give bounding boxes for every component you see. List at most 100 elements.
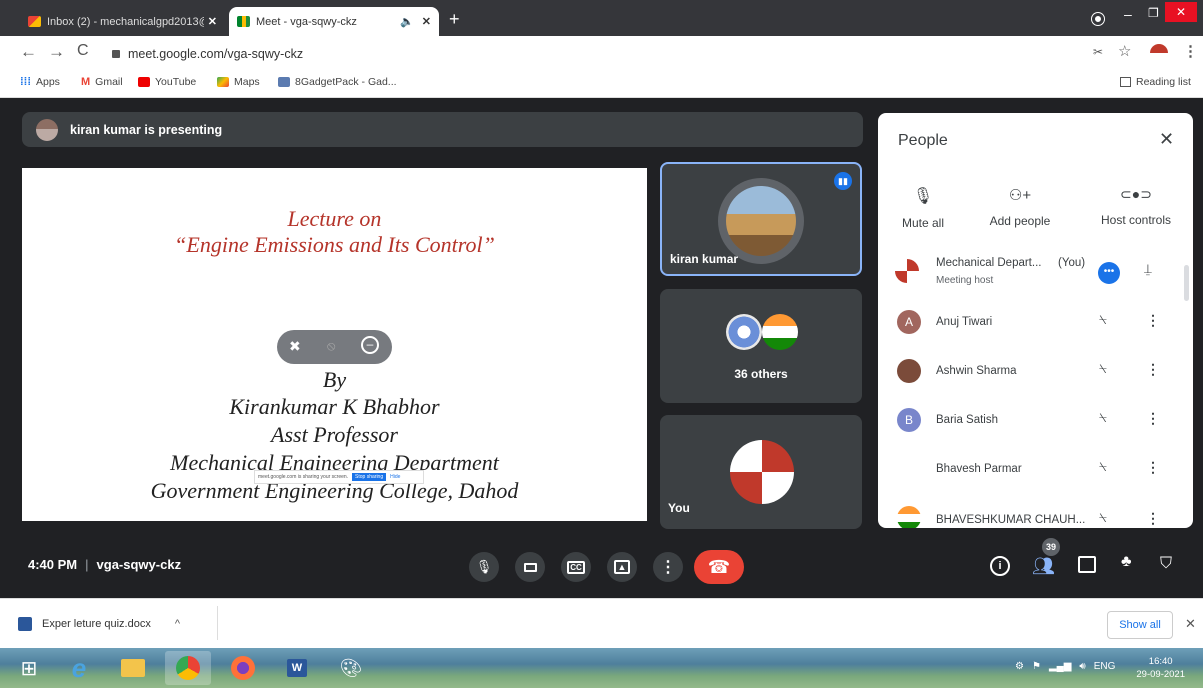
volume-icon[interactable]: 🔊︎	[1079, 661, 1085, 672]
taskbar-ie[interactable]: e	[56, 651, 102, 685]
participant-name: Bhavesh Parmar	[936, 463, 1022, 475]
bookmark-maps[interactable]: Maps	[217, 76, 260, 88]
participant-row[interactable]: BHAVESHKUMAR CHAUH... ⍀ ⋮	[878, 494, 1193, 528]
extension-icon[interactable]: ✂	[1093, 45, 1103, 59]
mic-button[interactable]: 🎙︎	[469, 552, 499, 582]
flag-icon[interactable]: ⚑	[1032, 661, 1041, 672]
taskbar-word[interactable]: W	[274, 651, 320, 685]
mic-off-icon[interactable]: ⍀	[1099, 361, 1107, 377]
taskbar-firefox[interactable]	[220, 651, 266, 685]
pin-icon[interactable]: ✖	[289, 338, 301, 355]
address-bar[interactable]: meet.google.com/vga-sqwy-ckz	[104, 43, 1084, 65]
mic-off-icon[interactable]: ⍀	[1099, 410, 1107, 426]
add-person-icon: ⚇+	[1008, 187, 1032, 204]
bookmark-apps[interactable]: ⁞⁞⁞ Apps	[20, 76, 60, 88]
mute-icon[interactable]: ⦸	[327, 338, 335, 354]
tab-gmail[interactable]: Inbox (2) - mechanicalgpd2013@ ✕	[20, 7, 225, 36]
host-controls-icon[interactable]: ⛉	[1160, 555, 1172, 573]
tray-icon[interactable]: ⚙	[1015, 661, 1024, 672]
remove-icon[interactable]: –	[361, 336, 379, 354]
taskbar-chrome[interactable]	[165, 651, 211, 685]
taskbar-paint[interactable]: 🎨︎	[328, 651, 374, 685]
participant-row[interactable]: Ashwin Sharma ⍀ ⋮	[878, 347, 1193, 396]
mic-off-icon[interactable]: ⍀	[1099, 312, 1107, 328]
participant-name: BHAVESHKUMAR CHAUH...	[936, 514, 1086, 526]
info-icon[interactable]: i	[990, 556, 1010, 576]
download-item[interactable]: Exper leture quiz.docx ^	[18, 608, 218, 640]
more-options-icon[interactable]: ⋮	[1146, 312, 1160, 329]
participant-row[interactable]: Bhavesh Parmar ⍀ ⋮	[878, 445, 1193, 494]
chrome-icon	[176, 656, 200, 680]
chat-icon[interactable]	[1078, 556, 1096, 573]
meeting-code: vga-sqwy-ckz	[96, 557, 182, 572]
camera-icon	[523, 562, 537, 572]
show-all-button[interactable]: Show all	[1107, 611, 1173, 639]
bookmark-8gadgetpack[interactable]: 8GadgetPack - Gad...	[278, 76, 397, 88]
chevron-up-icon[interactable]: ^	[175, 618, 180, 630]
menu-icon[interactable]: ⋮	[1183, 42, 1198, 60]
paint-icon: 🎨︎	[339, 657, 363, 678]
scrollbar[interactable]	[1184, 265, 1189, 301]
more-options-icon[interactable]: ⋮	[1146, 361, 1160, 378]
slide-line: By	[322, 367, 347, 392]
meet-icon	[237, 16, 250, 27]
clock-date: 29-09-2021	[1136, 669, 1185, 680]
language-indicator[interactable]: ENG	[1094, 661, 1116, 672]
more-options-icon[interactable]: ⋮	[1146, 510, 1160, 527]
close-icon[interactable]: ✕	[1185, 616, 1196, 632]
captions-button[interactable]: CC	[561, 552, 591, 582]
camera-button[interactable]	[515, 552, 545, 582]
pin-icon[interactable]: ⍊	[1144, 261, 1152, 277]
bookmark-gmail[interactable]: M Gmail	[81, 76, 123, 88]
more-options-icon[interactable]: ⋮	[1146, 459, 1160, 476]
close-icon[interactable]: ✕	[1159, 129, 1174, 150]
tab-meet[interactable]: Meet - vga-sqwy-ckz 🔈 ✕	[229, 7, 439, 36]
close-icon[interactable]: ✕	[208, 15, 217, 28]
start-button[interactable]: ⊞	[6, 651, 52, 685]
reading-list[interactable]: Reading list	[1120, 76, 1191, 88]
participant-tile-others[interactable]: 36 others	[660, 289, 862, 403]
maximize-button[interactable]: ❐	[1148, 6, 1159, 20]
leave-call-button[interactable]: ☎	[694, 550, 744, 584]
participant-row[interactable]: Mechanical Depart... (You) Meeting host …	[878, 250, 1193, 299]
participant-row[interactable]: A Anuj Tiwari ⍀ ⋮	[878, 298, 1193, 347]
profile-icon[interactable]	[1092, 13, 1104, 25]
firefox-icon	[231, 656, 255, 680]
clock[interactable]: 16:40 29-09-2021	[1136, 655, 1185, 681]
host-controls-button[interactable]: ⊂●⊃ Host controls	[1086, 186, 1186, 227]
hide-button[interactable]: Hide	[390, 474, 400, 480]
avatar[interactable]	[1150, 44, 1168, 62]
activities-icon[interactable]: ♣	[1121, 553, 1132, 571]
more-options-button[interactable]: ⋮	[653, 552, 683, 582]
participant-tile-you[interactable]: You	[660, 415, 862, 529]
apps-grid-icon: ⁞⁞⁞	[20, 76, 31, 88]
mute-all-button[interactable]: 🎙︎ Mute all	[878, 186, 968, 230]
close-window-button[interactable]: ✕	[1165, 2, 1197, 22]
forward-button[interactable]: →	[48, 42, 65, 62]
more-options-icon[interactable]: ⋮	[1146, 410, 1160, 427]
reload-button[interactable]: C	[77, 42, 89, 60]
bookmark-youtube[interactable]: YouTube	[138, 76, 196, 88]
add-people-button[interactable]: ⚇+ Add people	[975, 186, 1065, 228]
slide-line: “Engine Emissions and Its Control”	[174, 232, 495, 257]
star-icon[interactable]: ☆	[1118, 42, 1131, 60]
present-button[interactable]: ▲	[607, 552, 637, 582]
participant-name: Baria Satish	[936, 414, 999, 426]
close-icon[interactable]: ✕	[422, 15, 431, 28]
stop-sharing-button[interactable]: Stop sharing	[352, 473, 387, 481]
participant-tile-kiran[interactable]: ▮▮ kiran kumar	[660, 162, 862, 276]
people-button[interactable]: 👥︎ 39	[1032, 538, 1060, 577]
more-options-icon[interactable]: •••	[1098, 262, 1120, 284]
minimize-button[interactable]: –	[1124, 6, 1132, 22]
mic-off-icon[interactable]: ⍀	[1099, 459, 1107, 475]
back-button[interactable]: ←	[20, 42, 37, 62]
network-icon[interactable]: ▂▄▆	[1049, 661, 1071, 672]
taskbar-explorer[interactable]	[110, 651, 156, 685]
mic-off-icon[interactable]: ⍀	[1099, 510, 1107, 526]
avatar	[730, 440, 794, 504]
participant-row[interactable]: B Baria Satish ⍀ ⋮	[878, 396, 1193, 445]
slide-line: Asst Professor	[271, 422, 398, 447]
new-tab-button[interactable]: +	[449, 9, 460, 30]
bookmark-label: YouTube	[155, 76, 197, 88]
slide-line: Lecture on	[287, 206, 382, 231]
